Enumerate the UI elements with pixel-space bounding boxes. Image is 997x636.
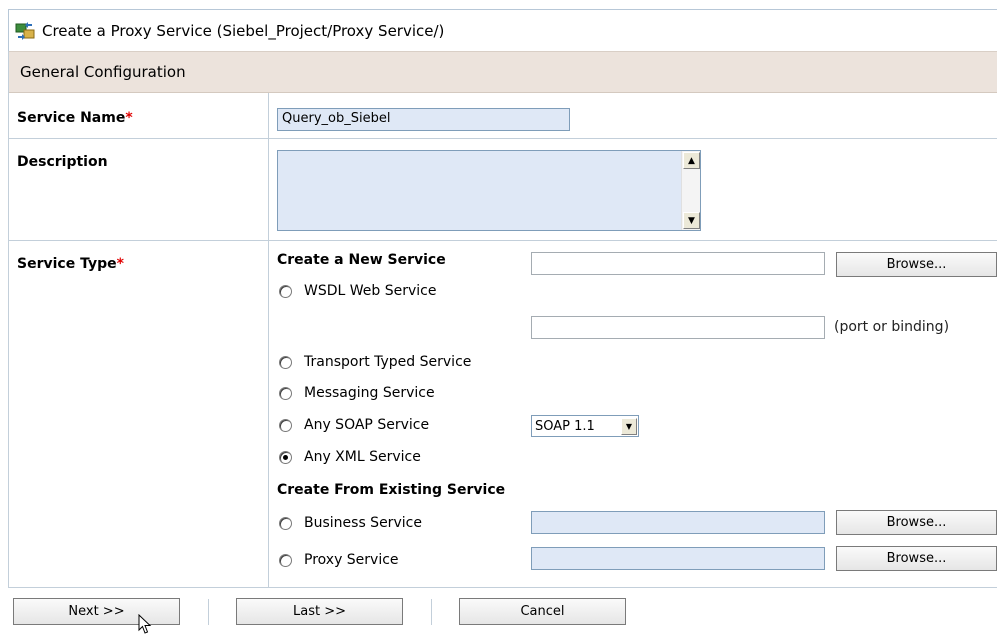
description-scrollbar[interactable]: ▲ ▼	[681, 151, 700, 230]
create-new-heading: Create a New Service	[277, 252, 446, 268]
wsdl-browse-button[interactable]: Browse...	[836, 252, 997, 277]
form-border-left	[8, 51, 9, 588]
soap-version-select[interactable]: SOAP 1.1 ▼	[531, 415, 639, 437]
transport-typed-label: Transport Typed Service	[304, 354, 472, 370]
form-column-divider	[268, 93, 269, 588]
proxy-browse-button[interactable]: Browse...	[836, 546, 997, 571]
section-title: General Configuration	[20, 63, 186, 81]
wsdl-field[interactable]	[531, 252, 825, 275]
any-xml-label: Any XML Service	[304, 449, 421, 465]
business-radio[interactable]	[279, 516, 292, 530]
description-label: Description	[17, 154, 108, 170]
form-border-bottom	[8, 587, 997, 588]
any-xml-radio[interactable]	[279, 450, 292, 464]
scroll-up-arrow-icon[interactable]: ▲	[683, 152, 700, 169]
button-separator	[208, 599, 209, 625]
business-service-option[interactable]: Business Service	[279, 515, 422, 531]
any-soap-label: Any SOAP Service	[304, 417, 430, 433]
page-title: Create a Proxy Service (Siebel_Project/P…	[42, 21, 445, 40]
transport-typed-service-option[interactable]: Transport Typed Service	[279, 354, 471, 370]
business-label: Business Service	[304, 515, 422, 531]
transport-typed-radio[interactable]	[279, 355, 292, 369]
business-browse-button[interactable]: Browse...	[836, 510, 997, 535]
service-name-label: Service Name*	[17, 110, 133, 126]
wsdl-port-field[interactable]	[531, 316, 825, 339]
mouse-pointer-icon	[138, 614, 152, 634]
next-button[interactable]: Next >>	[13, 598, 180, 625]
proxy-service-field[interactable]	[531, 547, 825, 570]
title-bar: Create a Proxy Service (Siebel_Project/P…	[8, 9, 997, 51]
cancel-button[interactable]: Cancel	[459, 598, 626, 625]
messaging-label: Messaging Service	[304, 385, 435, 401]
service-name-field[interactable]: Query_ob_Siebel	[277, 108, 570, 131]
wsdl-web-service-option[interactable]: WSDL Web Service	[279, 283, 436, 299]
create-existing-heading: Create From Existing Service	[277, 482, 506, 498]
row-divider	[8, 240, 997, 241]
proxy-service-icon	[15, 21, 35, 40]
button-separator	[431, 599, 432, 625]
row-divider	[8, 138, 997, 139]
soap-version-value: SOAP 1.1	[535, 418, 595, 434]
service-type-label: Service Type*	[17, 256, 124, 272]
wsdl-label: WSDL Web Service	[304, 283, 437, 299]
any-soap-service-option[interactable]: Any SOAP Service	[279, 417, 429, 433]
any-xml-service-option[interactable]: Any XML Service	[279, 449, 421, 465]
proxy-label: Proxy Service	[304, 552, 399, 568]
last-button[interactable]: Last >>	[236, 598, 403, 625]
required-mark: *	[125, 110, 133, 126]
wsdl-radio[interactable]	[279, 284, 292, 298]
required-mark: *	[116, 256, 124, 272]
proxy-radio[interactable]	[279, 553, 292, 567]
any-soap-radio[interactable]	[279, 418, 292, 432]
business-service-field[interactable]	[531, 511, 825, 534]
scroll-down-arrow-icon[interactable]: ▼	[683, 212, 700, 229]
section-header: General Configuration	[8, 51, 997, 93]
proxy-service-option[interactable]: Proxy Service	[279, 552, 399, 568]
messaging-radio[interactable]	[279, 386, 292, 400]
port-binding-hint: (port or binding)	[834, 319, 950, 335]
messaging-service-option[interactable]: Messaging Service	[279, 385, 435, 401]
description-field[interactable]: ▲ ▼	[277, 150, 701, 231]
dropdown-arrow-icon[interactable]: ▼	[621, 417, 637, 435]
